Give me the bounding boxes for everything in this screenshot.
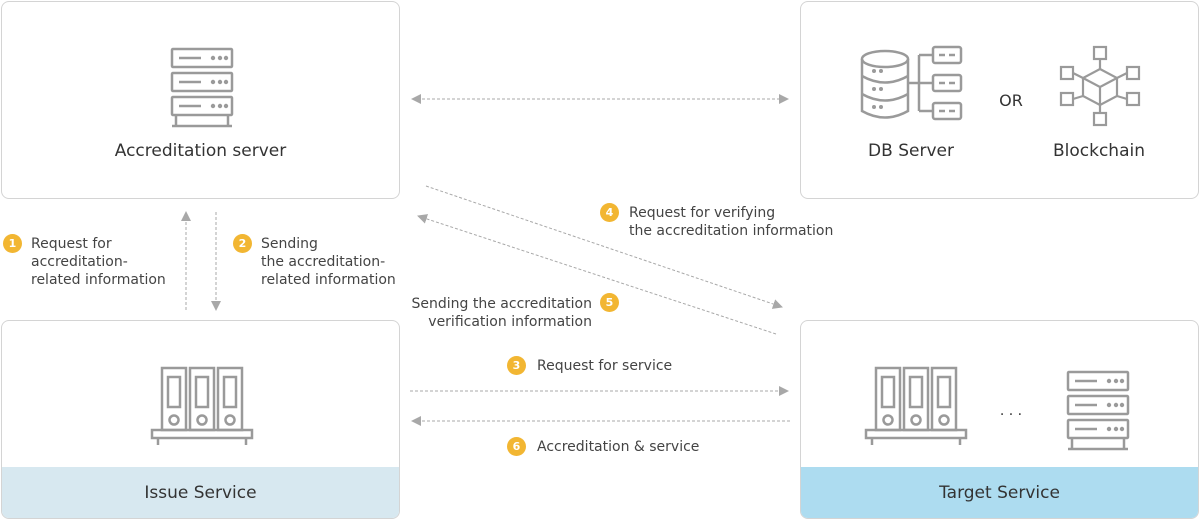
step-4-badge: 4 xyxy=(600,203,619,222)
accreditation-server-box: Accreditation server xyxy=(1,1,400,199)
target-service-box: · · · Target Service xyxy=(800,320,1199,519)
step-1-badge: 1 xyxy=(3,234,22,253)
database-icon xyxy=(860,45,963,121)
step-2-label: Sending the accreditation-related informa… xyxy=(261,236,396,288)
blockchain-icon xyxy=(1059,45,1141,127)
ellipsis-text: · · · xyxy=(999,407,1023,423)
step-3-badge: 3 xyxy=(507,356,526,375)
step-4-label: Request for verifying the accreditation i… xyxy=(629,205,834,239)
db-server-label: DB Server xyxy=(868,141,954,161)
step-6-badge: 6 xyxy=(507,437,526,456)
binder-shelf-icon xyxy=(864,366,968,445)
issue-service-box: Issue Service xyxy=(1,320,400,519)
target-service-label: Target Service xyxy=(801,467,1198,518)
issue-service-label: Issue Service xyxy=(2,467,399,518)
step-2-badge: 2 xyxy=(233,234,252,253)
or-text: OR xyxy=(999,91,1023,110)
step-6-label: Accreditation & service xyxy=(537,439,700,455)
step-1-label: Request for accreditation-related informa… xyxy=(31,236,166,288)
step-3-label: Request for service xyxy=(537,358,673,374)
accreditation-server-label: Accreditation server xyxy=(114,141,287,161)
server-rack-icon xyxy=(1066,370,1130,451)
server-rack-icon xyxy=(170,47,234,128)
blockchain-label: Blockchain xyxy=(1052,141,1145,161)
binder-shelf-icon xyxy=(150,366,254,445)
step-5-badge: 5 xyxy=(600,293,619,312)
step-5-label: Sending the accreditation verification in… xyxy=(411,296,592,330)
storage-box: OR DB Server Blockchain xyxy=(800,1,1199,199)
